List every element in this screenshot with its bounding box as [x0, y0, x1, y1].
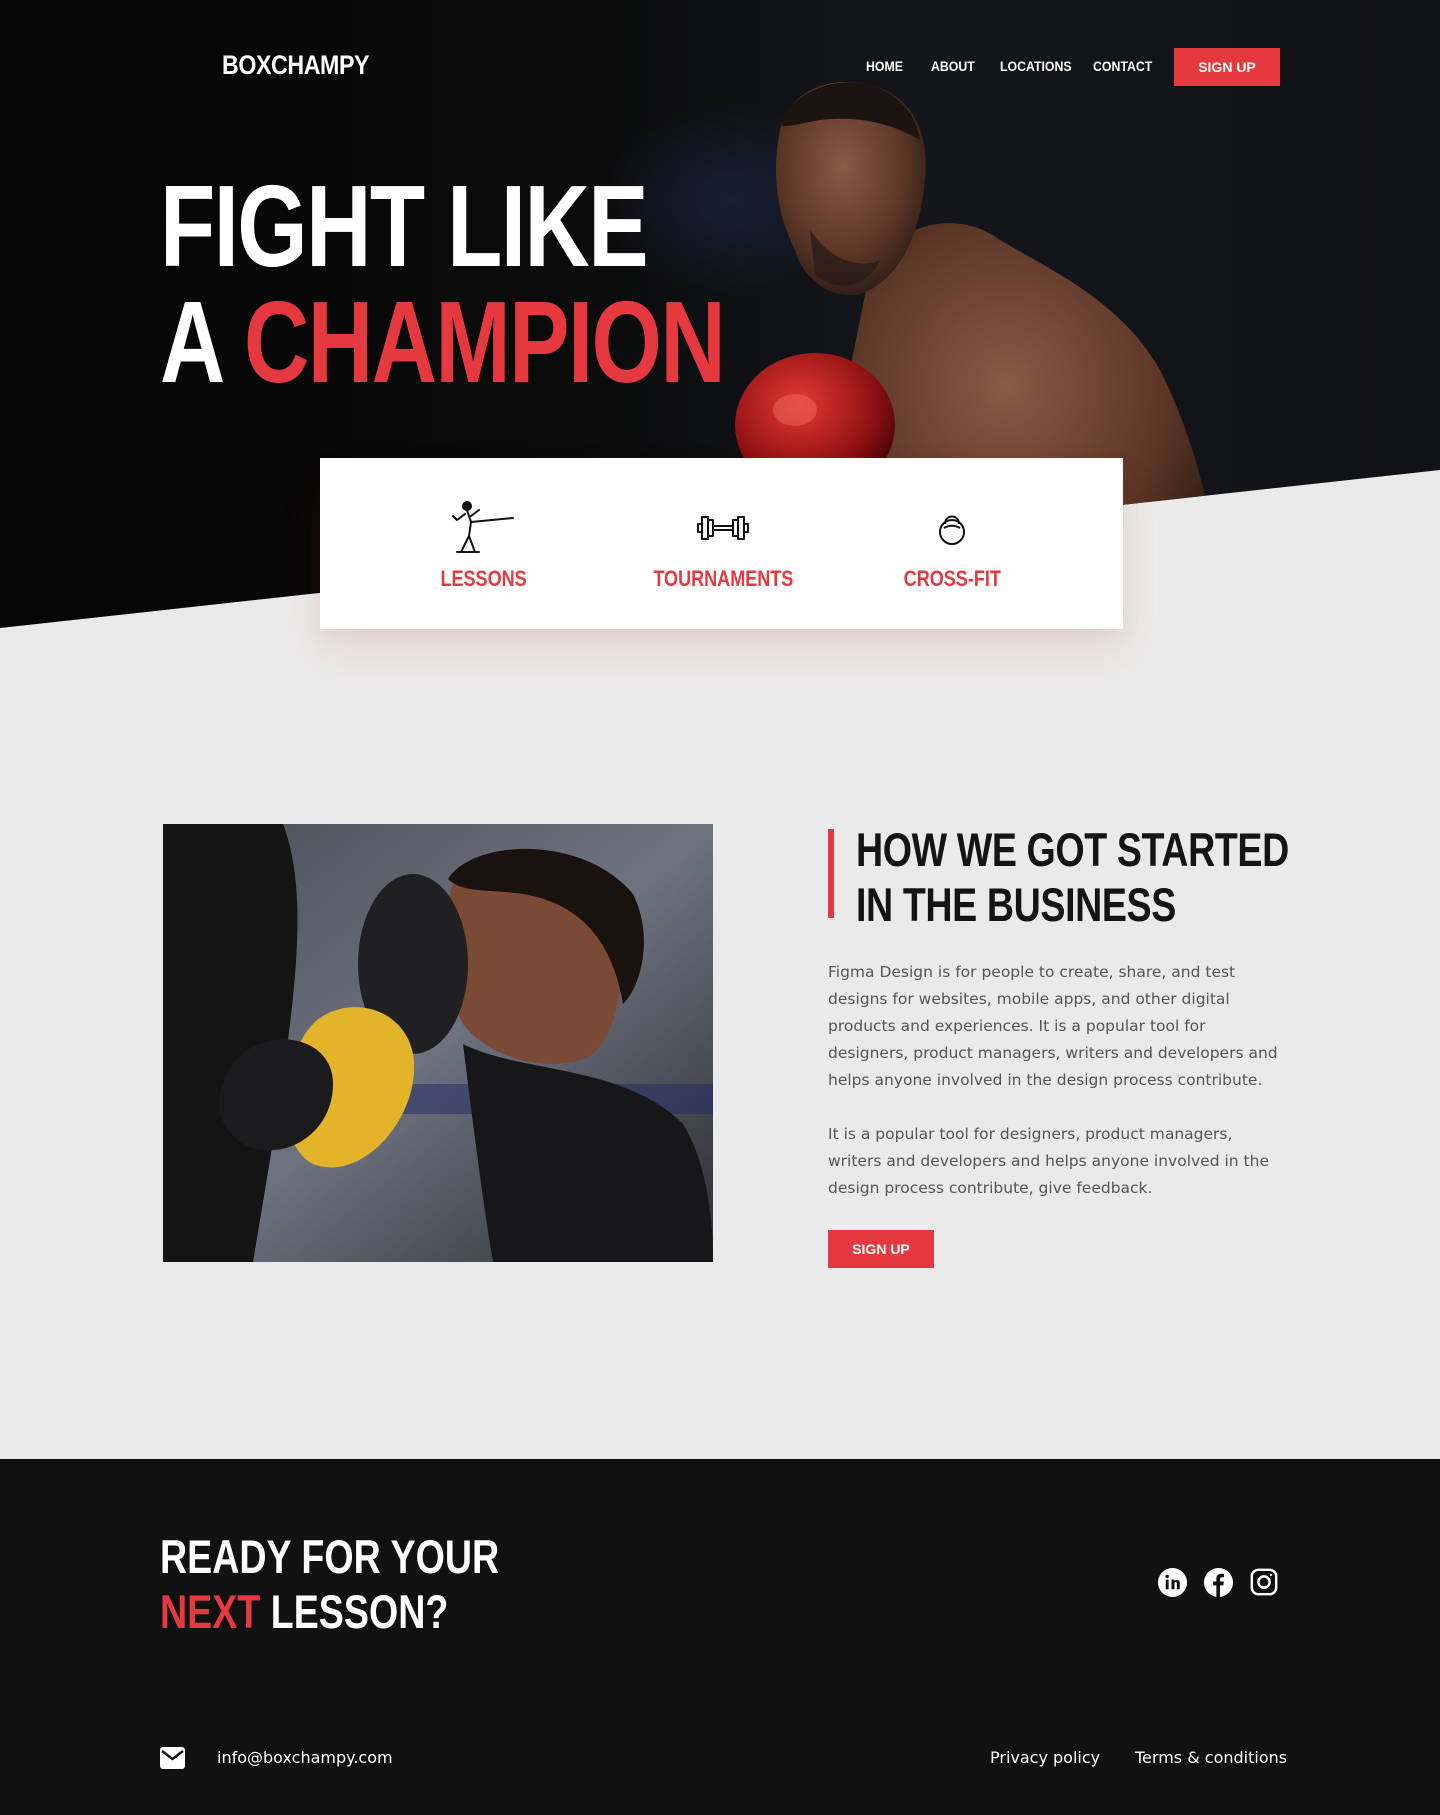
- service-crossfit[interactable]: CROSS-FIT: [852, 498, 1052, 592]
- footer-email[interactable]: info@boxchampy.com: [217, 1748, 393, 1767]
- footer-cta-accent: NEXT: [160, 1585, 261, 1638]
- nav-locations[interactable]: LOCATIONS: [1000, 58, 1072, 74]
- service-tournaments[interactable]: TOURNAMENTS: [623, 498, 823, 592]
- nav-about[interactable]: ABOUT: [931, 58, 975, 74]
- hero-headline: FIGHT LIKE A CHAMPION: [160, 161, 726, 407]
- about-title: HOW WE GOT STARTED IN THE BUSINESS: [856, 822, 1289, 932]
- hero-headline-line1: FIGHT LIKE: [160, 161, 649, 291]
- training-photo-illustration: [163, 824, 713, 1262]
- footer: READY FOR YOUR NEXT LESSON? info@boxcham…: [0, 1459, 1440, 1815]
- facebook-icon[interactable]: [1202, 1566, 1234, 1598]
- service-lessons-label: LESSONS: [440, 566, 528, 591]
- footer-cta-rest: LESSON?: [270, 1585, 449, 1638]
- training-photo: [163, 824, 713, 1262]
- nav-signup-button[interactable]: SIGN UP: [1174, 48, 1280, 86]
- nav-contact[interactable]: CONTACT: [1093, 58, 1152, 74]
- about-title-line1: HOW WE GOT STARTED: [856, 823, 1289, 876]
- about-paragraph-1: Figma Design is for people to create, sh…: [828, 963, 1278, 1089]
- nav-home[interactable]: HOME: [866, 58, 903, 74]
- footer-cta-line1: READY FOR YOUR: [160, 1530, 500, 1583]
- kettlebell-icon: [852, 498, 1052, 558]
- linkedin-icon[interactable]: [1156, 1566, 1188, 1598]
- hero-headline-line2: A CHAMPION: [160, 277, 726, 407]
- kicking-fighter-icon: [384, 498, 584, 558]
- hero-headline-accent: CHAMPION: [244, 277, 726, 407]
- about-title-line2: IN THE BUSINESS: [856, 878, 1176, 931]
- terms-conditions-link[interactable]: Terms & conditions: [1135, 1748, 1287, 1767]
- service-lessons[interactable]: LESSONS: [384, 498, 584, 592]
- service-crossfit-label: CROSS-FIT: [903, 566, 1001, 591]
- footer-cta-heading: READY FOR YOUR NEXT LESSON?: [160, 1529, 499, 1639]
- dumbbell-icon: [623, 498, 823, 558]
- service-tournaments-label: TOURNAMENTS: [653, 566, 793, 591]
- footer-cta-line2: NEXT LESSON?: [160, 1584, 499, 1639]
- instagram-icon[interactable]: [1248, 1566, 1280, 1598]
- services-card: LESSONS TOURNAMENTS CROSS-FIT: [320, 458, 1123, 629]
- about-paragraph-2: It is a popular tool for designers, prod…: [828, 1125, 1269, 1197]
- privacy-policy-link[interactable]: Privacy policy: [990, 1748, 1100, 1767]
- about-title-accent-bar: [828, 829, 834, 918]
- about-signup-button[interactable]: SIGN UP: [828, 1230, 934, 1268]
- mail-icon: [160, 1747, 185, 1769]
